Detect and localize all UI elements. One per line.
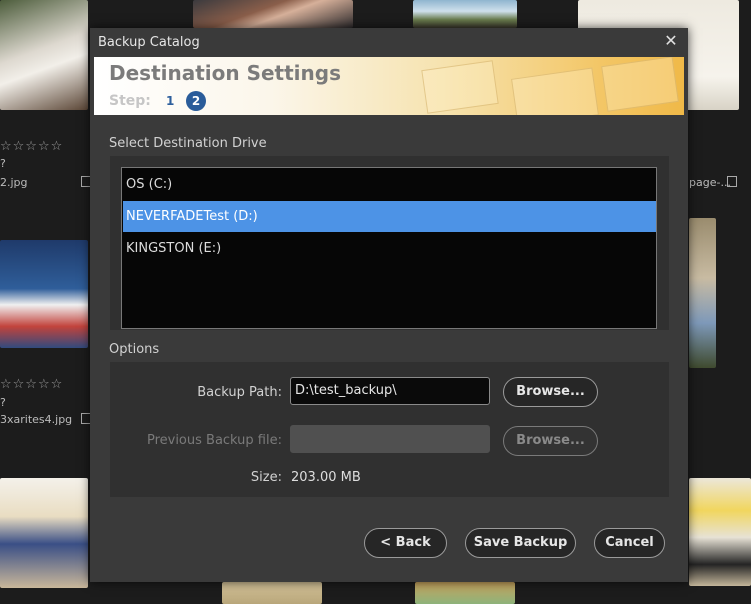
file-icon [727,176,737,187]
dialog-titlebar[interactable]: Backup Catalog ✕ [90,28,688,56]
drive-item-label: NEVERFADETest (D:) [126,209,258,224]
drive-item-c[interactable]: OS (C:) [123,169,656,200]
previous-backup-file-input[interactable] [290,425,490,453]
save-backup-button[interactable]: Save Backup [465,528,576,558]
drive-item-e[interactable]: KINGSTON (E:) [123,233,656,264]
file-name-label: page-... [689,176,731,189]
select-destination-drive-label: Select Destination Drive [109,136,267,151]
photo-thumbnail[interactable] [0,0,88,110]
drive-item-label: OS (C:) [126,177,173,192]
file-name-label: 2.jpg [0,176,28,189]
browse-backup-path-button[interactable]: Browse... [503,377,598,407]
banner-decoration [601,57,679,112]
photo-thumbnail[interactable] [413,0,517,28]
photo-thumbnail[interactable] [689,218,716,368]
size-label: Size: [250,470,282,485]
question-mark: ? [0,157,6,170]
size-value: 203.00 MB [291,470,361,485]
options-label: Options [109,342,160,357]
photo-thumbnail[interactable] [0,240,88,348]
close-icon[interactable]: ✕ [662,32,680,50]
star-rating[interactable]: ☆☆☆☆☆ [0,139,63,154]
backup-catalog-dialog: Backup Catalog ✕ Destination Settings St… [90,28,688,582]
photo-thumbnail[interactable] [415,582,515,604]
banner-decoration [421,60,499,114]
banner-decoration [511,67,599,115]
backup-path-label: Backup Path: [197,385,282,400]
step-1-indicator: 1 [166,94,175,108]
question-mark: ? [0,396,6,409]
photo-thumbnail[interactable] [689,478,751,586]
dialog-title: Backup Catalog [98,35,200,50]
banner-heading: Destination Settings [109,61,341,85]
previous-backup-file-label: Previous Backup file: [146,433,282,448]
back-button[interactable]: < Back [364,528,447,558]
drive-item-label: KINGSTON (E:) [126,241,222,256]
drive-list[interactable]: OS (C:) NEVERFADETest (D:) KINGSTON (E:) [121,167,657,329]
photo-thumbnail[interactable] [222,582,322,604]
drive-item-d[interactable]: NEVERFADETest (D:) [123,201,656,232]
star-rating[interactable]: ☆☆☆☆☆ [0,377,63,392]
browse-previous-backup-button[interactable]: Browse... [503,426,598,456]
photo-thumbnail[interactable] [0,478,88,588]
step-2-badge: 2 [186,91,206,111]
destination-settings-banner: Destination Settings Step: 1 2 [94,57,684,115]
file-name-label: 3xarites4.jpg [0,413,73,426]
backup-path-input[interactable]: D:\test_backup\ [290,377,490,405]
cancel-button[interactable]: Cancel [594,528,665,558]
photo-thumbnail[interactable] [193,0,353,28]
step-label: Step: [109,93,151,109]
